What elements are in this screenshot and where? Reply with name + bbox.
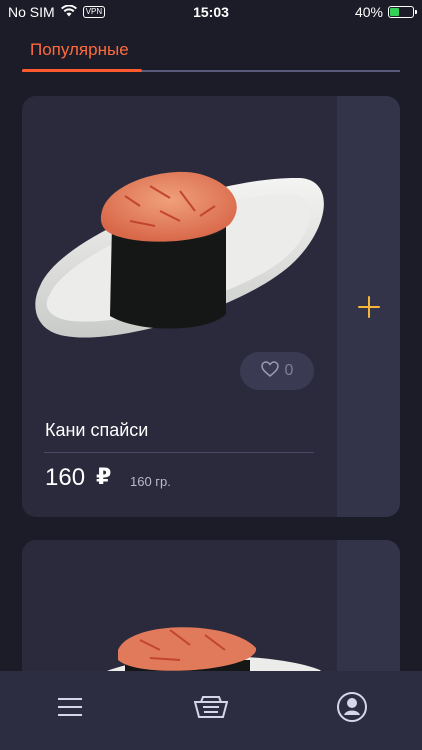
profile-icon xyxy=(336,691,367,722)
tab-indicator xyxy=(22,69,142,72)
tab-popular[interactable]: Популярные xyxy=(30,40,129,60)
currency-symbol: ₽ xyxy=(96,464,112,489)
heart-icon xyxy=(260,360,279,382)
status-left: No SIM VPN xyxy=(8,4,106,20)
plus-icon xyxy=(357,295,380,318)
nav-profile[interactable] xyxy=(332,687,372,727)
battery-percent: 40% xyxy=(354,4,383,20)
divider xyxy=(44,452,314,453)
category-tabs: Популярные xyxy=(22,36,400,76)
status-right: 40% xyxy=(354,4,417,20)
like-count: 0 xyxy=(284,362,294,379)
battery-icon xyxy=(388,6,417,18)
product-price: 160 xyxy=(45,464,86,491)
bottom-nav xyxy=(0,671,422,750)
product-image xyxy=(35,171,324,338)
product-card[interactable]: 0 Кани спайси 160 ₽ 160 гр. xyxy=(22,96,400,517)
menu-icon xyxy=(58,697,83,716)
vpn-badge: VPN xyxy=(82,6,106,18)
like-button[interactable]: 0 xyxy=(240,352,314,390)
basket-icon xyxy=(193,695,228,718)
carrier-label: No SIM xyxy=(8,4,55,20)
add-to-cart-button[interactable] xyxy=(337,96,400,517)
status-bar: No SIM VPN 15:03 40% xyxy=(0,0,422,24)
product-weight: 160 гр. xyxy=(130,474,171,489)
status-time: 15:03 xyxy=(193,4,229,20)
product-name: Кани спайси xyxy=(45,420,149,440)
wifi-icon xyxy=(60,4,77,20)
nav-cart[interactable] xyxy=(191,687,231,727)
nav-menu[interactable] xyxy=(50,687,90,727)
